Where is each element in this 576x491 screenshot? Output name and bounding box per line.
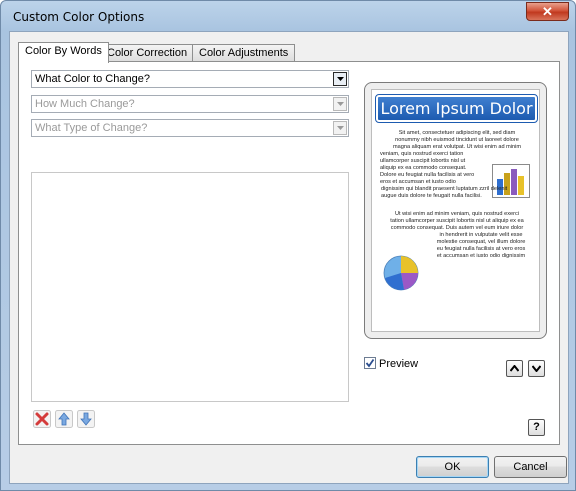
preview-frame: Lorem Ipsum Dolor Sit amet, consectetuer… [364, 82, 547, 339]
preview-checkbox-label: Preview [379, 358, 419, 370]
ok-button[interactable]: OK [416, 456, 489, 478]
preview-line: aliquip ex ea commodo consequat. [380, 165, 467, 171]
tab-color-adjustments[interactable]: Color Adjustments [192, 44, 296, 62]
delete-x-icon [33, 410, 51, 428]
chevron-up-icon [509, 364, 520, 372]
preview-up-button[interactable] [506, 360, 523, 377]
preview-line: ullamcorper suscipit lobortis nisl ut [380, 158, 466, 164]
move-up-button[interactable] [55, 410, 73, 428]
preview-checkbox[interactable] [364, 357, 376, 369]
chevron-down-icon [337, 126, 344, 130]
arrow-down-icon [77, 410, 95, 428]
dropdown-button[interactable] [333, 97, 347, 111]
preview-line: eu feugiat nulla facilisis at vero eros [436, 246, 526, 252]
preview-line: nonummy nibh euismod tincidunt ut laoree… [395, 137, 519, 143]
chevron-down-icon [337, 77, 344, 81]
change-type-combo[interactable]: What Type of Change? [31, 119, 349, 137]
preview-line: molestie consequat, vel illum dolore [436, 239, 526, 245]
pie-chart-image [383, 255, 419, 291]
preview-line: dignissim qui blandit praesent luptatum … [381, 186, 508, 192]
dialog-client-area: Color By Words Color Correction Color Ad… [9, 31, 569, 484]
how-much-combo[interactable]: How Much Change? [31, 95, 349, 113]
what-color-value: What Color to Change? [35, 73, 150, 85]
preview-line: commodo consequat. Duis autem vel eum ir… [390, 225, 524, 231]
how-much-value: How Much Change? [35, 98, 135, 110]
preview-line: Sit amet, consectetuer adipiscing elit, … [398, 130, 516, 136]
window-title: Custom Color Options [13, 10, 145, 24]
what-color-combo[interactable]: What Color to Change? [31, 70, 349, 88]
preview-line: magna aliquam erat volutpat. Ut wisi eni… [392, 144, 522, 150]
chevron-down-icon [337, 102, 344, 106]
preview-para-wrap: veniam, quis nostrud exerci tation ullam… [380, 151, 488, 186]
change-type-value: What Type of Change? [35, 122, 148, 134]
move-down-button[interactable] [77, 410, 95, 428]
preview-heading: Lorem Ipsum Dolor [375, 94, 538, 123]
cancel-button[interactable]: Cancel [494, 456, 567, 478]
preview-line: Dolore eu feugiat nulla facilisis at ver… [380, 172, 475, 178]
arrow-up-icon [55, 410, 73, 428]
preview-line: in hendrerit in vulputate velit esse [439, 232, 523, 238]
tab-color-by-words[interactable]: Color By Words [18, 42, 109, 63]
preview-para2-wrap: in hendrerit in vulputate velit esse mol… [426, 232, 536, 260]
tab-color-correction[interactable]: Color Correction [100, 44, 195, 62]
preview-line: augue duis dolore te feugait nulla facil… [381, 193, 482, 199]
delete-button[interactable] [33, 410, 51, 428]
dropdown-button[interactable] [333, 121, 347, 135]
close-icon: ✕ [542, 4, 553, 19]
preview-para-end: dignissim qui blandit praesent luptatum … [381, 186, 533, 200]
preview-down-button[interactable] [528, 360, 545, 377]
title-bar[interactable]: Custom Color Options ✕ [1, 1, 575, 31]
preview-line: eros et accumsan et iusto odio [380, 179, 456, 185]
color-changes-list[interactable] [31, 172, 349, 402]
preview-line: Ut wisi enim ad minim veniam, quis nostr… [394, 211, 520, 217]
dropdown-button[interactable] [333, 72, 347, 86]
chevron-down-icon [531, 365, 542, 373]
close-button[interactable]: ✕ [526, 2, 569, 21]
preview-line: et accumsan et iusto odio dignissim [436, 253, 526, 259]
preview-checkbox-row[interactable]: Preview [364, 357, 418, 371]
preview-line: tation ullamcorper suscipit lobortis nis… [390, 218, 524, 224]
preview-para2-top: Ut wisi enim ad minim veniam, quis nostr… [381, 211, 533, 232]
preview-page: Lorem Ipsum Dolor Sit amet, consectetuer… [371, 89, 540, 332]
preview-para-top: Sit amet, consectetuer adipiscing elit, … [381, 130, 533, 151]
preview-line: veniam, quis nostrud exerci tation [380, 151, 464, 157]
help-button[interactable]: ? [528, 419, 545, 436]
dialog-window: Custom Color Options ✕ Color By Words Co… [0, 0, 576, 491]
checkmark-icon [365, 358, 375, 368]
color-by-words-panel: What Color to Change? How Much Change? W… [18, 61, 560, 445]
